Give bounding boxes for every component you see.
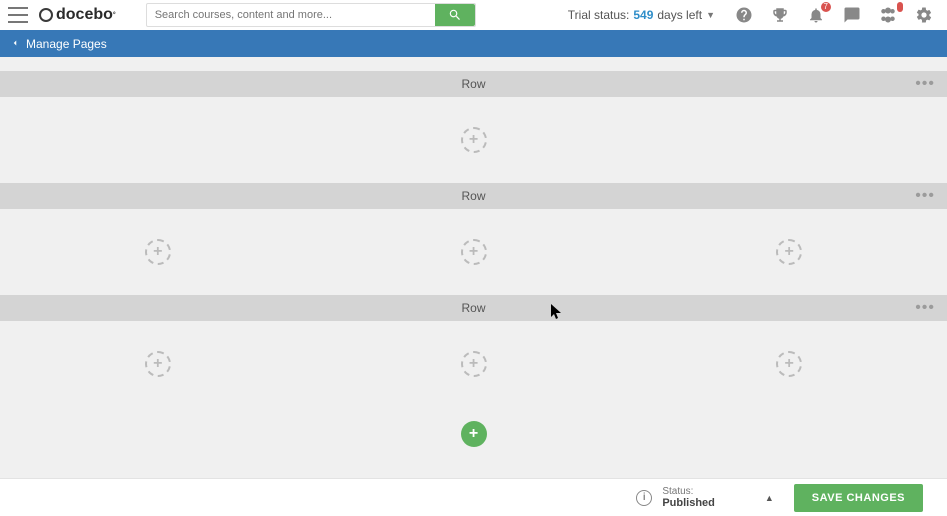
row-label: Row <box>461 77 485 91</box>
add-widget-button[interactable]: + <box>461 239 487 265</box>
logo[interactable]: docebo° <box>38 6 116 24</box>
page-header-bar: Manage Pages <box>0 30 947 57</box>
apps-badge <box>897 2 903 12</box>
chat-icon[interactable] <box>843 6 861 24</box>
search-input[interactable] <box>147 5 435 25</box>
search-icon <box>448 8 462 22</box>
row-block: Row ••• + + + <box>0 295 947 407</box>
slot: + <box>316 239 632 265</box>
trial-status[interactable]: Trial status: 549 days left ▼ <box>568 8 715 22</box>
add-widget-button[interactable]: + <box>461 351 487 377</box>
logo-text: docebo <box>56 6 113 24</box>
row-menu-icon[interactable]: ••• <box>915 187 935 205</box>
status-value: Published <box>662 497 715 509</box>
top-bar: docebo° Trial status: 549 days left ▼ 7 <box>0 0 947 30</box>
page-builder: Row ••• + Row ••• + + + Row <box>0 57 947 478</box>
trial-prefix: Trial status: <box>568 8 630 22</box>
status-dropdown-icon[interactable]: ▲ <box>765 493 774 503</box>
slot: + <box>631 239 947 265</box>
add-widget-button[interactable]: + <box>776 351 802 377</box>
search-container <box>146 3 476 27</box>
row-label: Row <box>461 189 485 203</box>
menu-icon[interactable] <box>8 5 28 25</box>
row-header: Row ••• <box>0 183 947 209</box>
slot: + <box>0 351 316 377</box>
slot: + <box>316 351 632 377</box>
add-row-button[interactable]: + <box>461 421 487 447</box>
info-icon[interactable]: i <box>636 490 652 506</box>
row-body: + <box>0 97 947 183</box>
row-header: Row ••• <box>0 295 947 321</box>
manage-pages-link[interactable]: Manage Pages <box>26 37 107 51</box>
row-menu-icon[interactable]: ••• <box>915 75 935 93</box>
row-label: Row <box>461 301 485 315</box>
add-widget-button[interactable]: + <box>776 239 802 265</box>
slot: + <box>0 239 316 265</box>
add-widget-button[interactable]: + <box>145 351 171 377</box>
search-button[interactable] <box>435 4 475 26</box>
row-header: Row ••• <box>0 71 947 97</box>
trial-suffix: days left <box>657 8 702 22</box>
settings-icon[interactable] <box>915 6 933 24</box>
row-block: Row ••• + + + <box>0 183 947 295</box>
add-widget-button[interactable]: + <box>461 127 487 153</box>
logo-icon <box>38 7 54 23</box>
chevron-down-icon: ▼ <box>706 10 715 20</box>
notification-badge: 7 <box>821 2 831 12</box>
row-body: + + + <box>0 209 947 295</box>
slot: + <box>631 351 947 377</box>
status-texts: Status: Published <box>662 486 715 509</box>
status-container: i Status: Published ▲ <box>636 486 773 509</box>
row-block: Row ••• + <box>0 71 947 183</box>
trial-days: 549 <box>633 8 653 22</box>
chevron-left-icon[interactable] <box>10 37 20 51</box>
status-label: Status: <box>662 486 715 497</box>
row-menu-icon[interactable]: ••• <box>915 299 935 317</box>
row-body: + + + <box>0 321 947 407</box>
save-changes-button[interactable]: SAVE CHANGES <box>794 484 923 512</box>
add-row-area: + <box>0 407 947 461</box>
help-icon[interactable] <box>735 6 753 24</box>
notifications-icon[interactable]: 7 <box>807 6 825 24</box>
apps-icon[interactable] <box>879 6 897 24</box>
slot: + <box>0 127 947 153</box>
trophy-icon[interactable] <box>771 6 789 24</box>
top-icon-group: 7 <box>735 6 933 24</box>
add-widget-button[interactable]: + <box>145 239 171 265</box>
footer-bar: i Status: Published ▲ SAVE CHANGES <box>0 478 947 516</box>
